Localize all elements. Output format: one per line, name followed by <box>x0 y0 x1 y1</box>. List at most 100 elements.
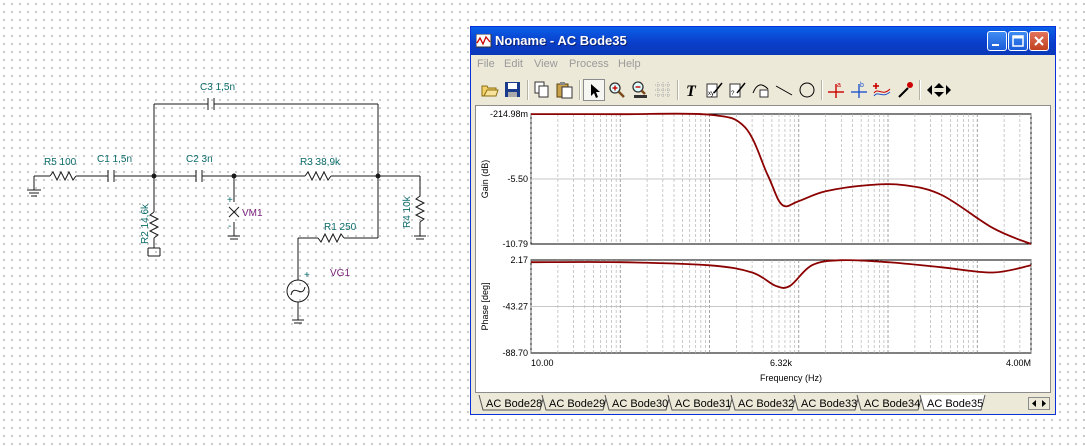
menu-process[interactable]: Process <box>569 58 609 70</box>
tab-label: AC Bode28 <box>486 398 542 410</box>
vg1-plus: + <box>304 270 310 281</box>
title-bar[interactable]: Noname - AC Bode35 <box>471 27 1055 55</box>
cursor-a-icon: a <box>828 82 844 98</box>
move-cursor-icon <box>927 83 951 97</box>
menu-bar: File Edit View Process Help <box>471 55 1055 73</box>
vm1-label: VM1 <box>242 208 263 219</box>
line-button[interactable] <box>773 79 795 101</box>
r2-label: R2 14,6k <box>140 203 151 244</box>
minimize-button[interactable] <box>987 31 1007 51</box>
minimize-icon <box>992 44 999 46</box>
tab-ac-bode30[interactable]: AC Bode30 <box>604 395 671 411</box>
tab-ac-bode29[interactable]: AC Bode29 <box>541 395 608 411</box>
paste-icon <box>556 82 573 99</box>
circle-icon <box>799 82 815 98</box>
circle-button[interactable] <box>796 79 818 101</box>
window-title: Noname - AC Bode35 <box>495 33 627 48</box>
bode-plot-area[interactable]: -214.98m -5.50 -10.79 Gain (dB) 2.17 -43.27 -8… <box>475 105 1051 393</box>
tab-ac-bode28[interactable]: AC Bode28 <box>478 395 545 411</box>
zoom-100-button[interactable] <box>629 79 651 101</box>
phase-y-tick-label: -43.27 <box>502 302 528 312</box>
c3-label: C3 1,5n <box>200 82 235 93</box>
zoom-in-button[interactable] <box>606 79 628 101</box>
phase-y-tick-label: 2.17 <box>510 255 528 265</box>
label-button[interactable]: xy <box>704 79 726 101</box>
add-curve-button[interactable] <box>871 79 893 101</box>
vm1-plus: + <box>227 195 233 206</box>
bode-window: Noname - AC Bode35 File Edit View Proces… <box>470 26 1056 415</box>
x-axis-label: Frequency (Hz) <box>760 373 822 383</box>
maximize-icon <box>1012 35 1024 47</box>
menu-edit[interactable]: Edit <box>504 58 523 70</box>
r3-label: R3 38,9k <box>300 157 341 168</box>
tab-ac-bode31[interactable]: AC Bode31 <box>667 395 734 411</box>
curve-label-button[interactable] <box>750 79 772 101</box>
label-icon: xy <box>706 82 723 98</box>
maximize-button[interactable] <box>1008 31 1028 51</box>
open-button[interactable] <box>479 79 501 101</box>
tabs-strip: AC Bode28 AC Bode29 AC Bode30 AC Bode31 AC B… <box>478 395 986 411</box>
schematic-canvas: R5 100 C1 1,5n C2 3n C3 1,5n R3 38,9k R1… <box>27 82 426 324</box>
save-icon <box>505 82 520 97</box>
tab-scroll-buttons[interactable] <box>1028 397 1050 410</box>
tab-ac-bode33[interactable]: AC Bode33 <box>793 395 860 411</box>
r5-label: R5 100 <box>44 157 77 168</box>
svg-text:xy: xy <box>708 91 714 97</box>
pointer-icon <box>591 84 600 98</box>
gain-y-tick-label: -5.50 <box>507 174 528 184</box>
gain-y-tick-label: -214.98m <box>490 109 528 119</box>
menu-view[interactable]: View <box>534 58 558 70</box>
bode-plot-svg: -214.98m -5.50 -10.79 Gain (dB) 2.17 -43.27 -8… <box>480 109 1032 383</box>
vg1-label: VG1 <box>330 268 350 279</box>
pick-color-button[interactable] <box>894 79 916 101</box>
tab-ac-bode35[interactable]: AC Bode35 <box>919 395 986 411</box>
tab-label: AC Bode29 <box>549 398 605 410</box>
menu-file[interactable]: File <box>477 58 495 70</box>
pointer-button[interactable] <box>583 79 605 101</box>
pick-color-icon <box>898 82 913 98</box>
grid-button[interactable] <box>652 79 674 101</box>
tab-ac-bode32[interactable]: AC Bode32 <box>730 395 797 411</box>
toolbar: T xy ? a b <box>475 77 1047 101</box>
text-button[interactable]: T <box>681 79 703 101</box>
label2-button[interactable]: ? <box>727 79 749 101</box>
tab-label: AC Bode32 <box>738 398 794 410</box>
tab-bar: AC Bode28 AC Bode29 AC Bode30 AC Bode31 AC B… <box>475 395 1051 413</box>
move-cursor-button[interactable] <box>923 79 953 101</box>
svg-text:T: T <box>686 83 697 99</box>
phase-y-tick-label: -88.70 <box>502 348 528 358</box>
grid-icon <box>655 82 670 97</box>
zoom-100-icon <box>632 81 647 98</box>
copy-button[interactable] <box>531 79 553 101</box>
tab-label: AC Bode34 <box>864 398 920 410</box>
save-button[interactable] <box>502 79 524 101</box>
app-icon <box>476 34 492 48</box>
copy-icon <box>534 81 549 98</box>
tab-ac-bode34[interactable]: AC Bode34 <box>856 395 923 411</box>
x-tick-label: 4.00M <box>1006 358 1031 368</box>
cursor-a-button[interactable]: a <box>825 79 847 101</box>
line-icon <box>775 85 793 96</box>
cursor-b-icon: b <box>851 82 867 98</box>
x-tick-label: 6.32k <box>770 358 793 368</box>
tab-label: AC Bode35 <box>927 398 983 410</box>
tab-label: AC Bode33 <box>801 398 857 410</box>
close-icon <box>1034 36 1044 46</box>
zoom-in-icon <box>609 82 625 98</box>
c2-label: C2 3n <box>186 154 213 165</box>
add-curve-icon <box>873 83 891 97</box>
gain-y-axis-label: Gain (dB) <box>480 160 490 199</box>
vm1-minus: - <box>228 221 231 232</box>
c1-label: C1 1,5n <box>97 154 132 165</box>
x-tick-label: 10.00 <box>531 358 554 368</box>
label2-icon: ? <box>729 82 746 98</box>
scroll-arrows-icon <box>1032 400 1046 407</box>
menu-help[interactable]: Help <box>618 58 641 70</box>
open-icon <box>481 85 499 97</box>
close-button[interactable] <box>1029 31 1049 51</box>
curve-label-icon <box>752 84 769 98</box>
cursor-b-button[interactable]: b <box>848 79 870 101</box>
paste-button[interactable] <box>554 79 576 101</box>
svg-text:b: b <box>860 82 864 89</box>
text-icon: T <box>686 83 697 99</box>
